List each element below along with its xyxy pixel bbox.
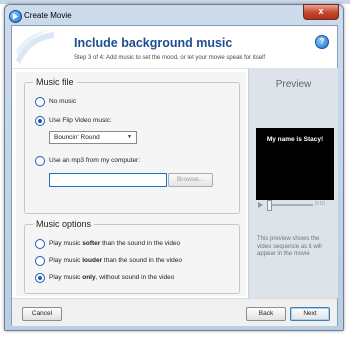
mp3-radio[interactable] <box>35 156 45 166</box>
chevron-down-icon: ▼ <box>127 134 132 140</box>
music-options-group: Music options Play music softer than the… <box>24 219 240 294</box>
create-movie-dialog: Create Movie x Include background music … <box>4 4 344 331</box>
no-music-label: No music <box>49 98 77 105</box>
header-swoosh-graphic <box>16 30 54 64</box>
video-caption: My name is Stacy! <box>266 136 324 143</box>
music-softer-label: Play music softer than the sound in the … <box>49 240 181 247</box>
play-icon[interactable] <box>258 202 263 208</box>
wizard-header: Include background music Step 3 of 4: Ad… <box>12 26 337 69</box>
next-button[interactable]: Next <box>290 307 330 321</box>
title-bar[interactable]: Create Movie x <box>5 4 343 25</box>
flip-music-dropdown[interactable]: Bouncin' Round ▼ <box>49 131 137 144</box>
music-softer-radio[interactable] <box>35 239 45 249</box>
flip-music-radio[interactable] <box>35 116 45 126</box>
dialog-content: Include background music Step 3 of 4: Ad… <box>11 25 338 326</box>
music-file-group-title: Music file <box>33 77 77 87</box>
options-panel: Music file No music Use Flip Video music… <box>16 72 246 296</box>
preview-title: Preview <box>275 79 312 90</box>
scrubber-thumb[interactable] <box>267 200 272 211</box>
flip-music-selected: Bouncin' Round <box>54 134 100 141</box>
back-button[interactable]: Back <box>246 307 286 321</box>
music-only-label: Play music only, without sound in the vi… <box>49 274 175 281</box>
help-icon[interactable]: ? <box>315 35 329 49</box>
window-title: Create Movie <box>24 11 72 20</box>
flip-music-label: Use Flip Video music: <box>49 117 112 124</box>
preview-video[interactable]: My name is Stacy! <box>256 128 334 200</box>
browse-button[interactable]: Browse... <box>168 173 213 187</box>
close-button[interactable]: x <box>303 4 339 20</box>
music-only-radio[interactable] <box>35 273 45 283</box>
mp3-label: Use an mp3 from my computer: <box>49 157 141 164</box>
preview-panel: Preview My name is Stacy! 0:10 This prev… <box>248 68 338 298</box>
music-options-group-title: Music options <box>33 219 95 229</box>
music-file-group: Music file No music Use Flip Video music… <box>24 77 240 214</box>
page-title: Include background music <box>74 36 233 50</box>
dialog-footer: Cancel Back Next <box>12 298 337 326</box>
mp3-path-input[interactable] <box>49 173 167 187</box>
music-louder-radio[interactable] <box>35 256 45 266</box>
preview-scrubber[interactable] <box>267 204 313 206</box>
cancel-button[interactable]: Cancel <box>22 307 62 321</box>
no-music-radio[interactable] <box>35 97 45 107</box>
flip-app-icon <box>9 10 22 23</box>
preview-description: This preview shows the video sequence as… <box>257 236 322 257</box>
music-louder-label: Play music louder than the sound in the … <box>49 257 182 264</box>
page-subtitle: Step 3 of 4: Add music to set the mood, … <box>74 55 266 61</box>
preview-time: 0:10 <box>315 201 325 207</box>
